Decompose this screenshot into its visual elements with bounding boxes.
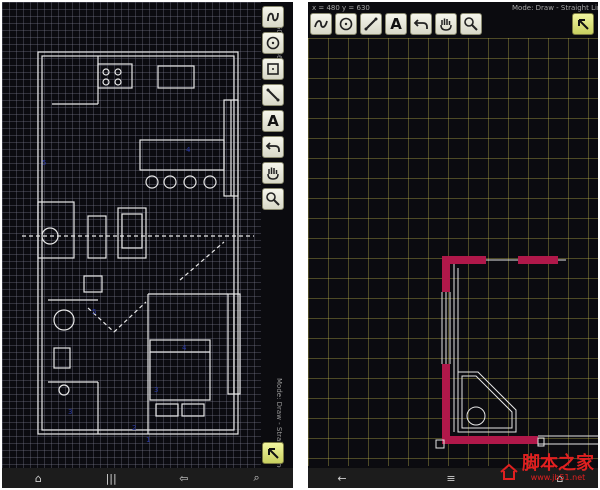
watermark-title: 脚本之家 — [522, 453, 594, 474]
svg-text:3: 3 — [68, 408, 72, 416]
line-tool-button[interactable] — [360, 13, 382, 35]
text-tool-icon: A — [267, 112, 279, 130]
svg-text:2: 2 — [132, 424, 136, 432]
circle-tool-button[interactable] — [262, 32, 284, 54]
circle-icon — [339, 17, 353, 31]
undo-icon — [413, 19, 428, 29]
text-tool-button[interactable]: A — [385, 13, 407, 35]
freehand-icon — [314, 20, 328, 28]
line-icon — [266, 88, 280, 102]
pan-tool-button[interactable] — [435, 13, 457, 35]
line-tool-button[interactable] — [262, 84, 284, 106]
freehand-tool-button[interactable] — [262, 6, 284, 28]
undo-button[interactable] — [410, 13, 432, 35]
svg-text:4: 4 — [186, 146, 191, 154]
select-pointer-button[interactable] — [572, 13, 594, 35]
zoom-icon — [464, 17, 478, 31]
pointer-arrow-icon — [578, 19, 589, 30]
select-pointer-button[interactable] — [262, 442, 284, 464]
freehand-icon — [267, 12, 279, 22]
rectangle-icon — [267, 63, 279, 75]
menu-icon[interactable]: ≡ — [441, 472, 461, 485]
undo-icon — [265, 142, 280, 152]
floor-plan-drawing: 5 4 5 4 3 3 2 1 — [22, 51, 254, 444]
pan-hand-icon — [267, 167, 279, 180]
outer-wall — [37, 51, 239, 435]
home-icon[interactable]: ⌂ — [28, 472, 48, 485]
menu-icon[interactable]: ||| — [101, 472, 121, 485]
zoom-tool-button[interactable] — [262, 188, 284, 210]
pan-hand-icon — [440, 18, 452, 31]
rectangle-tool-button[interactable] — [262, 58, 284, 80]
circle-icon — [266, 36, 280, 50]
svg-text:5: 5 — [92, 308, 96, 316]
freehand-tool-button[interactable] — [310, 13, 332, 35]
side-status-strip — [288, 2, 293, 468]
text-tool-icon: A — [390, 15, 402, 33]
system-nav-bar: ⌂ ||| ⇦ ⌕ — [2, 468, 293, 488]
zoom-tool-button[interactable] — [460, 13, 482, 35]
site-watermark: 脚本之家 www.jb51.net — [499, 455, 594, 482]
left-phone-screen: 5 4 5 4 3 3 2 1 x = 360 y = 360 Mode: Dr… — [2, 2, 293, 488]
zoom-icon — [266, 192, 280, 206]
coordinates-readout: x = 480 y = 630 — [312, 4, 370, 12]
mode-label: Mode: Draw - Straight Line — [512, 4, 598, 12]
svg-text:4: 4 — [182, 344, 187, 352]
search-icon[interactable]: ⌕ — [247, 471, 267, 485]
home-logo-icon — [500, 463, 518, 480]
pointer-arrow-icon — [268, 448, 279, 459]
text-tool-button[interactable]: A — [262, 110, 284, 132]
back-icon[interactable]: ← — [332, 472, 352, 485]
pan-tool-button[interactable] — [262, 162, 284, 184]
line-icon — [364, 17, 378, 31]
watermark-url: www.jb51.net — [530, 473, 586, 482]
undo-button[interactable] — [262, 136, 284, 158]
svg-text:5: 5 — [42, 159, 46, 167]
circle-tool-button[interactable] — [335, 13, 357, 35]
back-icon[interactable]: ⇦ — [174, 472, 194, 485]
right-phone-screen: x = 480 y = 630 Mode: Draw - Straight Li… — [308, 2, 598, 488]
svg-text:3: 3 — [154, 386, 158, 394]
wall-drawing — [435, 256, 598, 449]
svg-text:1: 1 — [146, 436, 150, 444]
